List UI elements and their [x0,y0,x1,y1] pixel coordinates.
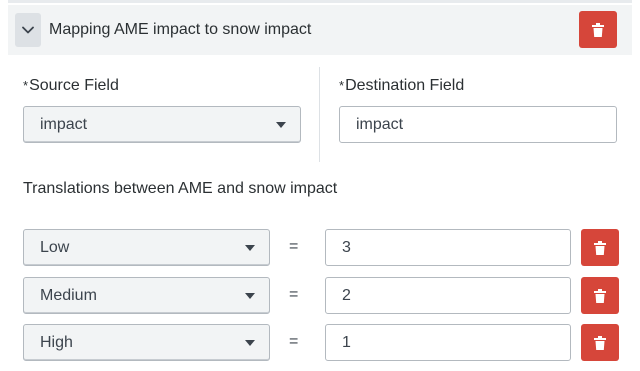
translation-source-value: Low [40,238,70,256]
translation-source-select-medium[interactable]: Medium [23,277,270,314]
translation-target-value: 1 [342,333,351,351]
top-divider [8,0,632,3]
required-marker: * [23,78,29,93]
source-field-label: *Source Field [23,77,119,95]
collapse-button[interactable] [15,13,41,47]
translation-source-value: Medium [40,286,97,304]
trash-icon [594,240,606,255]
caret-down-icon [245,244,255,251]
translation-target-value: 2 [342,286,351,304]
source-field-label-text: Source Field [29,77,119,94]
caret-down-icon [276,121,286,128]
translations-title: Translations between AME and snow impact [23,180,338,197]
destination-field-value: impact [356,115,404,133]
translation-target-input[interactable]: 1 [325,324,571,361]
caret-down-icon [245,292,255,299]
translation-target-input[interactable]: 2 [325,277,571,314]
delete-translation-button[interactable] [581,229,619,266]
destination-field-label-text: Destination Field [345,77,465,94]
delete-mapping-button[interactable] [579,11,617,48]
equals-sign: = [289,238,299,255]
trash-icon [594,288,606,303]
required-marker: * [339,78,345,93]
translation-source-select-low[interactable]: Low [23,229,270,266]
trash-icon [594,335,606,350]
translation-source-value: High [40,333,73,351]
translation-target-value: 3 [342,238,351,256]
translation-source-select-high[interactable]: High [23,324,270,361]
trash-icon [592,22,604,37]
destination-field-input[interactable]: impact [339,106,617,143]
source-field-select[interactable]: impact [23,106,301,143]
destination-field-label: *Destination Field [339,77,464,95]
chevron-down-icon [22,26,34,34]
delete-translation-button[interactable] [581,324,619,361]
source-field-value: impact [40,115,88,133]
caret-down-icon [245,339,255,346]
column-divider [319,67,320,162]
delete-translation-button[interactable] [581,277,619,314]
translation-target-input[interactable]: 3 [325,229,571,266]
mapping-header: Mapping AME impact to snow impact [8,5,632,55]
equals-sign: = [289,333,299,350]
equals-sign: = [289,286,299,303]
mapping-title: Mapping AME impact to snow impact [49,21,312,38]
